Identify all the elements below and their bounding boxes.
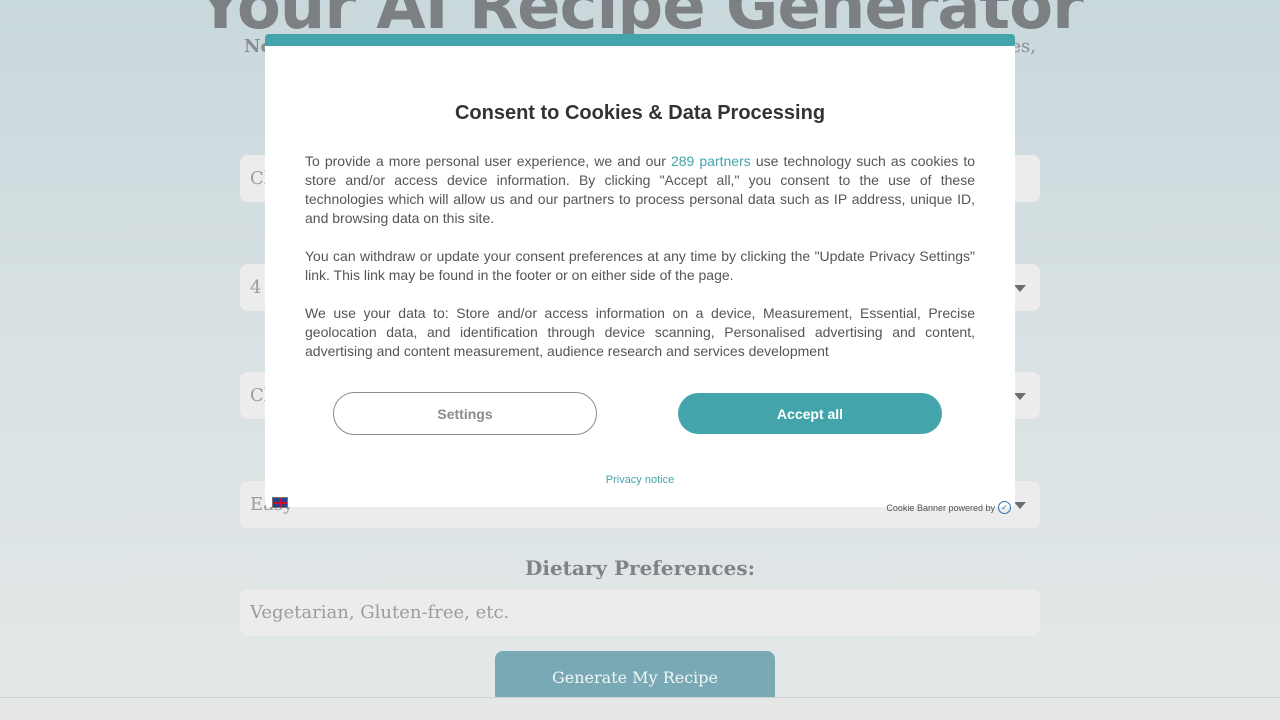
consent-paragraph-2: You can withdraw or update your consent … <box>305 248 975 283</box>
cookie-consent-modal: Consent to Cookies & Data Processing To … <box>265 34 1015 514</box>
settings-button[interactable]: Settings <box>333 392 597 435</box>
powered-by: Cookie Banner powered by ✓ <box>886 501 1011 514</box>
dietary-preferences-placeholder: Vegetarian, Gluten-free, etc. <box>250 602 510 623</box>
partners-link[interactable]: 289 partners <box>671 153 751 169</box>
consent-paragraph-1: To provide a more personal user experien… <box>305 152 975 228</box>
chevron-down-icon <box>1014 501 1026 509</box>
check-badge-icon[interactable]: ✓ <box>998 501 1011 514</box>
consent-paragraph-1-start: To provide a more personal user experien… <box>305 153 671 169</box>
accept-all-button[interactable]: Accept all <box>678 393 942 434</box>
privacy-notice-link[interactable]: Privacy notice <box>265 474 1015 486</box>
dietary-preferences-label: Dietary Preferences: <box>525 556 755 580</box>
powered-by-text: Cookie Banner powered by <box>886 502 995 513</box>
generate-recipe-button[interactable]: Generate My Recipe <box>495 651 775 703</box>
consent-paragraph-3: We use your data to: Store and/or access… <box>305 305 975 359</box>
bottom-bar <box>0 697 1280 720</box>
chevron-down-icon <box>1014 284 1026 292</box>
language-flag-icon[interactable] <box>272 497 288 508</box>
servings-select-value: 4 <box>250 277 262 298</box>
dietary-preferences-input[interactable]: Vegetarian, Gluten-free, etc. <box>240 589 1040 636</box>
modal-title: Consent to Cookies & Data Processing <box>454 102 826 124</box>
chevron-down-icon <box>1014 392 1026 400</box>
